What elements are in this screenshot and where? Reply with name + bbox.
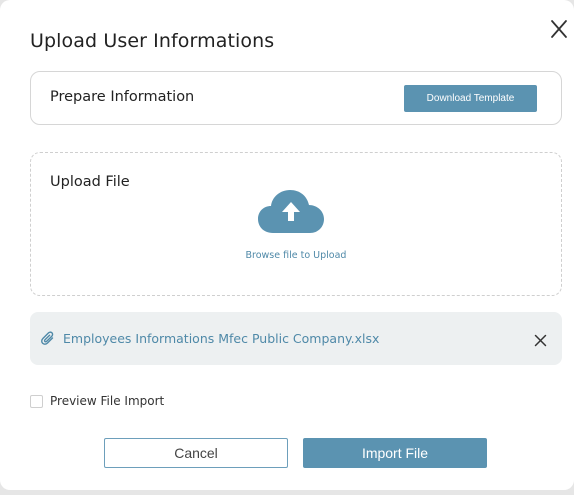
remove-file-close-icon[interactable] <box>534 332 547 347</box>
cancel-button[interactable]: Cancel <box>104 438 288 468</box>
dialog-title: Upload User Informations <box>30 30 275 52</box>
browse-file-link[interactable]: Browse file to Upload <box>31 250 561 261</box>
preview-file-import-option: Preview File Import <box>30 394 164 408</box>
import-file-button[interactable]: Import File <box>303 438 487 468</box>
prepare-information-section: Prepare Information Download Template <box>30 71 562 125</box>
prepare-information-label: Prepare Information <box>50 89 195 105</box>
upload-file-label: Upload File <box>50 174 130 190</box>
preview-file-import-checkbox[interactable] <box>30 394 43 408</box>
selected-file-name: Employees Informations Mfec Public Compa… <box>63 331 380 346</box>
cloud-upload-icon[interactable] <box>256 187 326 235</box>
selected-file-row: Employees Informations Mfec Public Compa… <box>30 312 562 365</box>
upload-dropzone[interactable]: Upload File Browse file to Upload <box>30 152 562 296</box>
download-template-button[interactable]: Download Template <box>404 85 537 112</box>
preview-file-import-label[interactable]: Preview File Import <box>50 394 164 408</box>
upload-dialog: Upload User Informations Prepare Informa… <box>0 0 574 490</box>
paperclip-icon <box>41 331 56 347</box>
close-icon[interactable] <box>548 18 570 40</box>
